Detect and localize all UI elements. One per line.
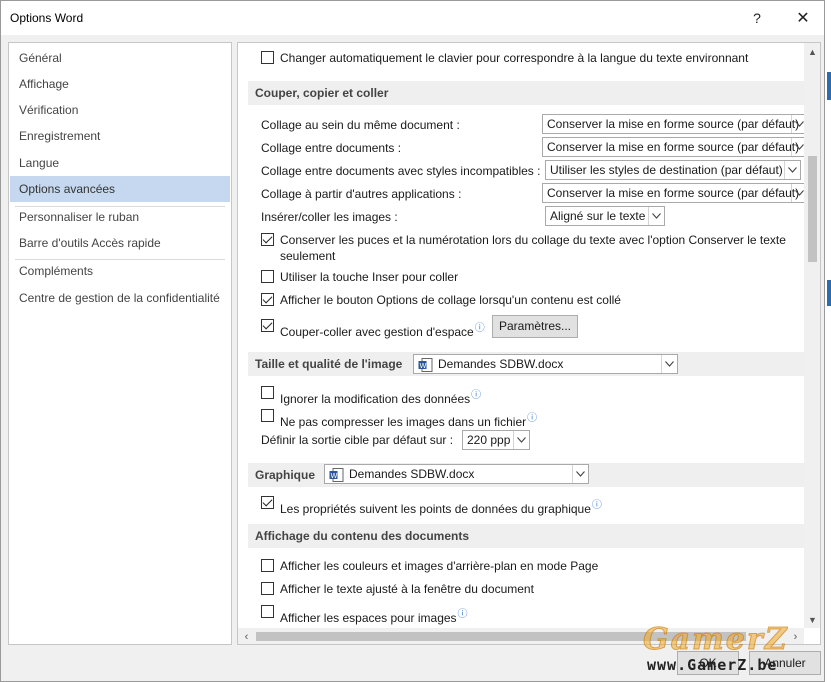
paste-options-button-checkbox[interactable] (261, 293, 274, 306)
word-document-icon: W (329, 467, 344, 482)
default-output-select[interactable]: 220 ppp (462, 430, 530, 450)
svg-text:W: W (331, 472, 338, 480)
no-compress-images-label: Ne pas compresser les images dans un fic… (280, 413, 538, 429)
sidebar-item-quick-access-toolbar[interactable]: Barre d'outils Accès rapide (10, 230, 230, 256)
chart-properties-follow-label: Les propriétés suivent les points de don… (280, 500, 602, 516)
word-document-icon: W (418, 357, 433, 372)
keep-bullets-checkbox[interactable] (261, 233, 274, 246)
insert-key-paste-label: Utiliser la touche Inser pour coller (280, 270, 459, 284)
chevron-down-icon (648, 207, 664, 225)
scroll-down-icon[interactable]: ▼ (804, 611, 820, 628)
wrap-text-label: Afficher le texte ajusté à la fenêtre du… (280, 582, 534, 596)
background-accent (827, 280, 831, 306)
wrap-text-checkbox[interactable] (261, 582, 274, 595)
smart-cut-paste-settings-button[interactable]: Paramètres... (492, 315, 578, 338)
smart-cut-paste-checkbox[interactable] (261, 319, 274, 332)
auto-keyboard-label: Changer automatiquement le clavier pour … (280, 51, 749, 65)
paste-between-docs-label: Collage entre documents : (261, 141, 402, 155)
options-dialog: Options Word ? ✕ Général Affichage Vérif… (0, 0, 825, 682)
sidebar-item-trust-center[interactable]: Centre de gestion de la confidentialité (10, 285, 230, 311)
horizontal-scrollbar[interactable]: ‹ › (238, 628, 804, 644)
background-accent (827, 72, 831, 100)
paste-conflict-styles-label: Collage entre documents avec styles inco… (261, 164, 541, 178)
discard-edit-data-checkbox[interactable] (261, 386, 274, 399)
sidebar-item-customize-ribbon[interactable]: Personnaliser le ruban (10, 204, 230, 230)
ok-button[interactable]: OK (677, 651, 739, 675)
show-background-checkbox[interactable] (261, 559, 274, 572)
window-title: Options Word (10, 11, 84, 25)
chevron-down-icon (513, 431, 529, 449)
auto-keyboard-checkbox[interactable] (261, 51, 274, 64)
discard-edit-data-label: Ignorer la modification des donnéesⓘ (280, 390, 482, 406)
keep-bullets-label: Conserver les puces et la numérotation l… (280, 233, 786, 247)
sidebar-item-save[interactable]: Enregistrement (10, 123, 230, 149)
help-button[interactable]: ? (737, 3, 777, 33)
picture-placeholders-label: Afficher les espaces pour imagesⓘ (280, 609, 468, 625)
chevron-down-icon (661, 355, 677, 373)
paste-other-apps-select[interactable]: Conserver la mise en forme source (par d… (542, 183, 808, 203)
no-compress-images-checkbox[interactable] (261, 409, 274, 422)
sidebar-item-general[interactable]: Général (10, 45, 230, 71)
show-background-label: Afficher les couleurs et images d'arrièr… (280, 559, 599, 573)
scroll-up-icon[interactable]: ▲ (804, 43, 820, 60)
title-bar: Options Word ? ✕ (1, 1, 824, 35)
vertical-scrollbar[interactable]: ▲ ▼ (804, 43, 820, 628)
sidebar-item-proofing[interactable]: Vérification (10, 97, 230, 123)
info-icon: ⓘ (474, 323, 485, 334)
insert-images-label: Insérer/coller les images : (261, 210, 398, 224)
sidebar-item-display[interactable]: Affichage (10, 71, 230, 97)
section-document-content: Affichage du contenu des documents (248, 524, 804, 548)
image-size-document-select[interactable]: W Demandes SDBW.docx (413, 354, 678, 374)
sidebar-item-addins[interactable]: Compléments (10, 258, 230, 284)
paste-between-docs-select[interactable]: Conserver la mise en forme source (par d… (542, 137, 808, 157)
background-window-edge (825, 0, 831, 682)
cancel-button[interactable]: Annuler (749, 651, 821, 675)
advanced-options-pane: Changer automatiquement le clavier pour … (237, 42, 821, 645)
scroll-right-icon[interactable]: › (787, 628, 804, 644)
insert-images-select[interactable]: Aligné sur le texte (545, 206, 665, 226)
keep-bullets-label-cont: seulement (280, 249, 336, 263)
close-button[interactable]: ✕ (783, 3, 823, 33)
chart-properties-follow-checkbox[interactable] (261, 496, 274, 509)
insert-key-paste-checkbox[interactable] (261, 270, 274, 283)
chart-document-select[interactable]: W Demandes SDBW.docx (324, 464, 589, 484)
smart-cut-paste-label: Couper-coller avec gestion d'espaceⓘ (280, 323, 485, 339)
info-icon: ⓘ (527, 413, 538, 424)
picture-placeholders-checkbox[interactable] (261, 605, 274, 618)
paste-same-doc-select[interactable]: Conserver la mise en forme source (par d… (542, 114, 808, 134)
horizontal-scroll-thumb[interactable] (256, 632, 746, 641)
chevron-down-icon (572, 465, 588, 483)
info-icon: ⓘ (591, 500, 602, 511)
sidebar-item-language[interactable]: Langue (10, 150, 230, 176)
sidebar-item-advanced[interactable]: Options avancées (10, 176, 230, 202)
paste-conflict-styles-select[interactable]: Utiliser les styles de destination (par … (545, 160, 801, 180)
info-icon: ⓘ (471, 390, 482, 401)
section-cut-copy-paste: Couper, copier et coller (248, 81, 804, 105)
paste-same-doc-label: Collage au sein du même document : (261, 118, 460, 132)
scroll-left-icon[interactable]: ‹ (238, 628, 255, 644)
info-icon: ⓘ (457, 609, 468, 620)
default-output-label: Définir la sortie cible par défaut sur : (261, 433, 454, 447)
svg-text:W: W (420, 362, 427, 370)
paste-options-button-label: Afficher le bouton Options de collage lo… (280, 293, 621, 307)
vertical-scroll-thumb[interactable] (808, 156, 817, 262)
options-sidebar: Général Affichage Vérification Enregistr… (8, 42, 232, 645)
paste-other-apps-label: Collage à partir d'autres applications : (261, 187, 462, 201)
chevron-down-icon (784, 161, 800, 179)
